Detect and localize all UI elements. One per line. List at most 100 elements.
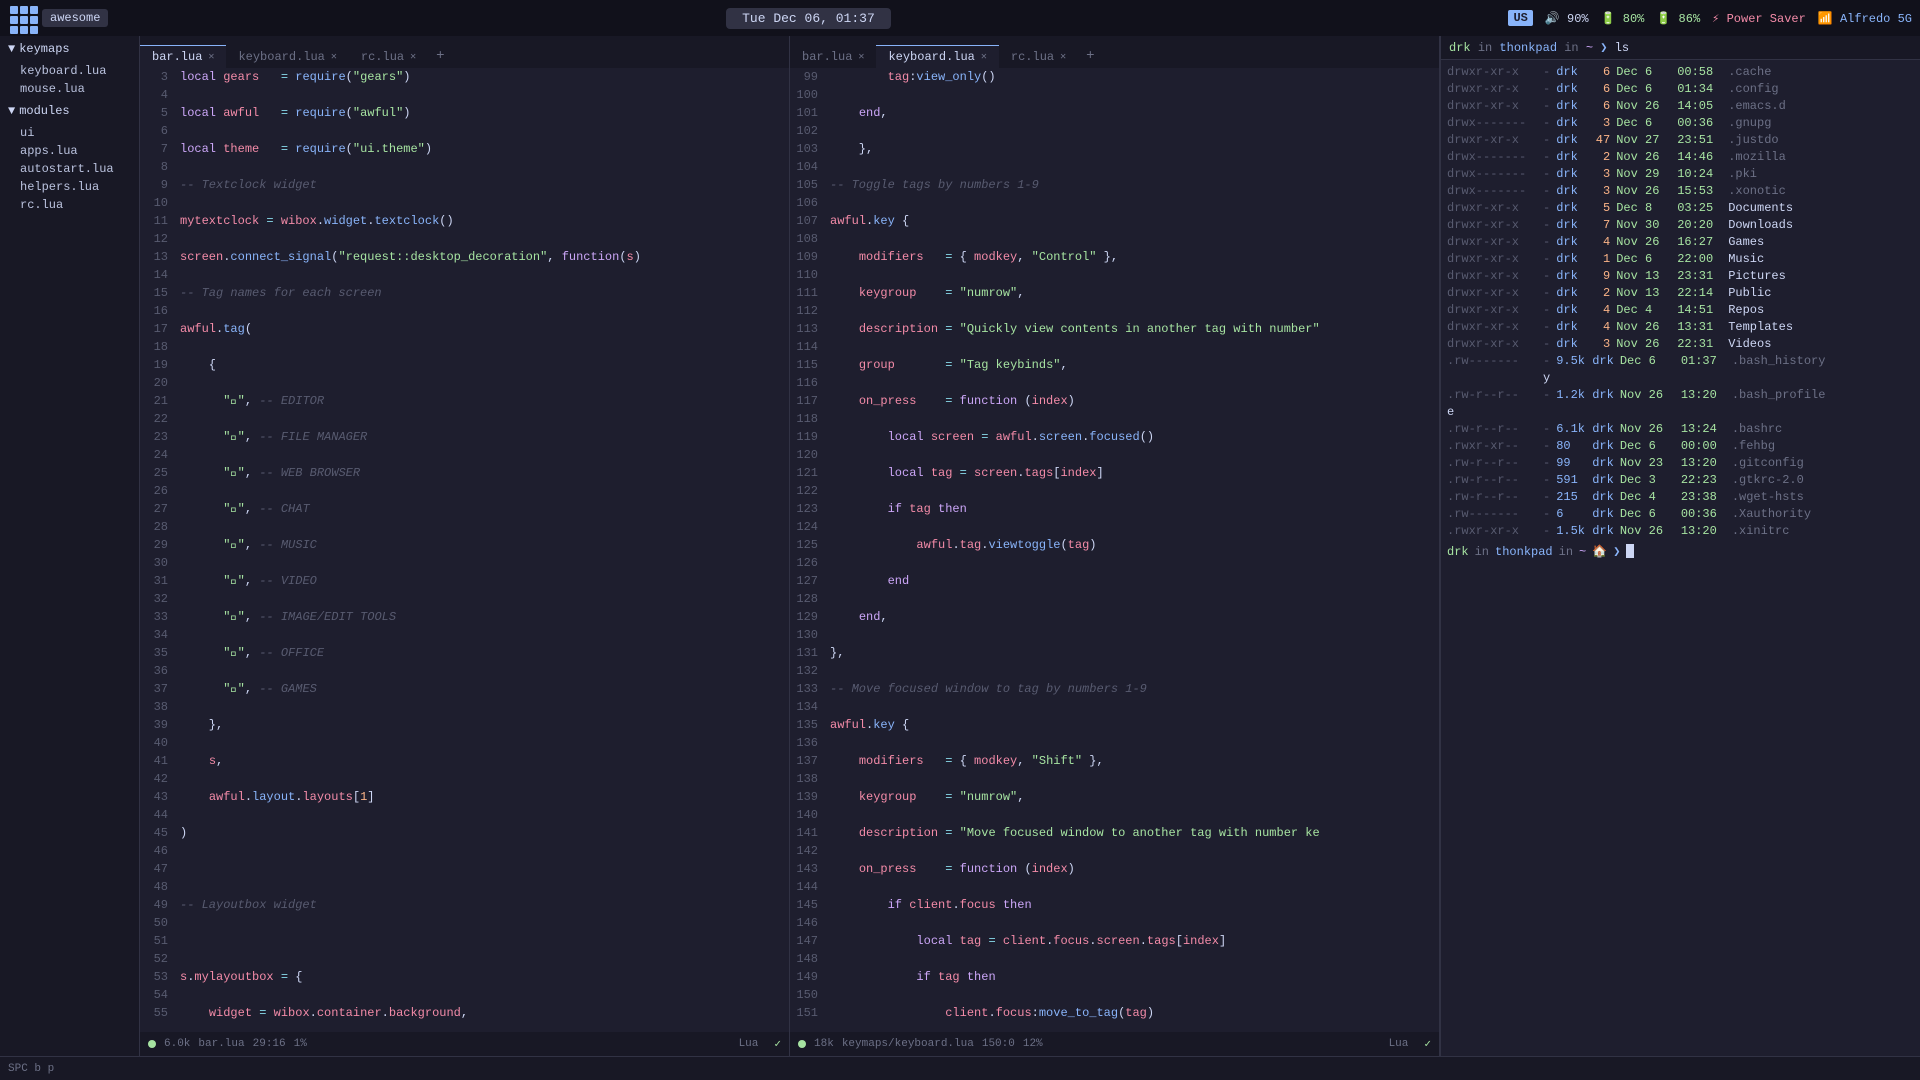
term-entry: .rw-r--r-- - 99 drk Nov 23 13:20 .gitcon… — [1447, 455, 1914, 472]
sidebar-folder-helpers[interactable]: helpers.lua — [0, 178, 139, 196]
file-size: 18k — [814, 1038, 834, 1050]
term-entry: drwxr-xr-x - drk 9 Nov 13 23:31 Pictures — [1447, 268, 1914, 285]
sidebar-file-keyboard[interactable]: keyboard.lua — [0, 62, 139, 80]
wifi-indicator: 📶 Alfredo 5G — [1818, 11, 1912, 26]
apps-grid-icon[interactable] — [8, 4, 36, 32]
file-size: 6.0k — [164, 1038, 190, 1050]
term-entry: drwxr-xr-x - drk 3 Nov 26 22:31 Videos — [1447, 336, 1914, 353]
status-dot — [148, 1040, 156, 1048]
term-entry: .rw-r--r-- - 591 drk Dec 3 22:23 .gtkrc-… — [1447, 472, 1914, 489]
term-entry: drwxr-xr-x - drk 4 Dec 4 14:51 Repos — [1447, 302, 1914, 319]
code-content-left[interactable]: local gears = require("gears") local awf… — [176, 68, 789, 1032]
mode-indicator: SPC b p — [8, 1063, 54, 1075]
term-entry: drwxr-xr-x - drk 6 Dec 6 01:34 .config — [1447, 81, 1914, 98]
scroll-percent: 1% — [294, 1038, 307, 1050]
keyboard-flag[interactable]: US — [1508, 10, 1532, 26]
term-entry: drwxr-xr-x - drk 6 Nov 26 14:05 .emacs.d — [1447, 98, 1914, 115]
tab-add-right[interactable]: + — [1078, 44, 1102, 68]
terminal-content[interactable]: drwxr-xr-x - drk 6 Dec 6 00:58 .cache dr… — [1441, 60, 1920, 1056]
sidebar-folder-apps[interactable]: apps.lua — [0, 142, 139, 160]
term-entry: .rwxr-xr-x - 1.5k drk Nov 26 13:20 .xini… — [1447, 523, 1914, 540]
file-name: keymaps/keyboard.lua — [842, 1038, 974, 1050]
topbar-left: awesome — [8, 4, 108, 32]
sidebar-file-mouse[interactable]: mouse.lua — [0, 80, 139, 98]
topbar-right: US 🔊 90% 🔋 80% 🔋 86% ⚡ Power Saver 📶 Alf… — [1508, 10, 1912, 26]
tab-bar-lua-left[interactable]: bar.lua ✕ — [140, 45, 226, 68]
code-content-right[interactable]: tag:view_only() end, }, -- Toggle tags b… — [826, 68, 1439, 1032]
file-name: bar.lua — [198, 1038, 244, 1050]
sidebar-folder-rc[interactable]: rc.lua — [0, 196, 139, 214]
term-entry: drwxr-xr-x - drk 4 Nov 26 16:27 Games — [1447, 234, 1914, 251]
sidebar-folder-ui[interactable]: ui — [0, 124, 139, 142]
code-area-right[interactable]: 9910010110210310410510610710810911011111… — [790, 68, 1439, 1032]
term-entry: e — [1447, 404, 1914, 421]
term-entry: .rwxr-xr-- - 80 drk Dec 6 00:00 .fehbg — [1447, 438, 1914, 455]
power-mode: ⚡ Power Saver — [1712, 11, 1806, 26]
term-entry: .rw------- - 9.5k drk Dec 6 01:37 .bash_… — [1447, 353, 1914, 370]
check-icon: ✓ — [1424, 1037, 1431, 1051]
topbar: awesome Tue Dec 06, 01:37 US 🔊 90% 🔋 80%… — [0, 0, 1920, 36]
editor-pane-left: bar.lua ✕ keyboard.lua ✕ rc.lua ✕ + 3456… — [140, 36, 790, 1056]
battery-indicator: 🔋 80% — [1601, 11, 1645, 26]
term-entry: y — [1447, 370, 1914, 387]
term-entry: .rw-r--r-- - 1.2k drk Nov 26 13:20 .bash… — [1447, 387, 1914, 404]
volume-indicator: 🔊 90% — [1545, 11, 1589, 26]
lang-indicator: Lua — [1389, 1038, 1409, 1050]
terminal-cursor — [1626, 544, 1634, 558]
line-numbers-right: 9910010110210310410510610710810911011111… — [790, 68, 826, 1032]
editor-panes: bar.lua ✕ keyboard.lua ✕ rc.lua ✕ + 3456… — [140, 36, 1440, 1056]
term-entry: drwxr-xr-x - drk 7 Nov 30 20:20 Download… — [1447, 217, 1914, 234]
terminal-panel: drk in thonkpad in ~ ❯ ls drwxr-xr-x - d… — [1440, 36, 1920, 1056]
tab-add-left[interactable]: + — [428, 44, 452, 68]
tab-label: bar.lua — [152, 50, 202, 64]
scroll-percent: 12% — [1023, 1038, 1043, 1050]
awesome-badge[interactable]: awesome — [42, 9, 108, 27]
term-entry: .rw------- - 6 drk Dec 6 00:36 .Xauthori… — [1447, 506, 1914, 523]
cursor-position: 150:0 — [982, 1038, 1015, 1050]
term-entry: drwx------- - drk 2 Nov 26 14:46 .mozill… — [1447, 149, 1914, 166]
close-icon[interactable]: ✕ — [410, 51, 416, 63]
statusbar-right-info-right: Lua ✓ — [1389, 1037, 1431, 1051]
tab-label: keyboard.lua — [888, 50, 974, 64]
sidebar: ▼ keymaps keyboard.lua mouse.lua ▼ modul… — [0, 36, 140, 1056]
code-area-left[interactable]: 3456789101112131415161718192021222324252… — [140, 68, 789, 1032]
tabs-left: bar.lua ✕ keyboard.lua ✕ rc.lua ✕ + — [140, 36, 789, 68]
close-icon[interactable]: ✕ — [858, 51, 864, 63]
statusbar-right-info-left: 18k keymaps/keyboard.lua 150:0 12% — [798, 1038, 1043, 1050]
tab-rc-lua-right[interactable]: rc.lua ✕ — [999, 45, 1078, 68]
check-icon: ✓ — [774, 1037, 781, 1051]
statusbar-right: 18k keymaps/keyboard.lua 150:0 12% Lua ✓ — [790, 1032, 1439, 1056]
lang-indicator: Lua — [739, 1038, 759, 1050]
close-icon[interactable]: ✕ — [1060, 51, 1066, 63]
terminal-header: drk in thonkpad in ~ ❯ ls — [1441, 36, 1920, 60]
tab-bar-lua-right[interactable]: bar.lua ✕ — [790, 45, 876, 68]
chevron-down-icon: ▼ — [8, 104, 15, 118]
tab-label: rc.lua — [1011, 50, 1054, 64]
close-icon[interactable]: ✕ — [981, 51, 987, 63]
tab-keyboard-lua-right[interactable]: keyboard.lua ✕ — [876, 45, 998, 68]
statusbar-right-info: Lua ✓ — [739, 1037, 781, 1051]
cursor-position: 29:16 — [253, 1038, 286, 1050]
editor-area: bar.lua ✕ keyboard.lua ✕ rc.lua ✕ + 3456… — [140, 36, 1440, 1056]
term-entry: drwxr-xr-x - drk 4 Nov 26 13:31 Template… — [1447, 319, 1914, 336]
statusbar-left: 6.0k bar.lua 29:16 1% Lua ✓ — [140, 1032, 789, 1056]
tabs-right: bar.lua ✕ keyboard.lua ✕ rc.lua ✕ + — [790, 36, 1439, 68]
sidebar-folder-autostart[interactable]: autostart.lua — [0, 160, 139, 178]
close-icon[interactable]: ✕ — [208, 51, 214, 63]
term-entry: drwx------- - drk 3 Nov 26 15:53 .xonoti… — [1447, 183, 1914, 200]
status-dot — [798, 1040, 806, 1048]
term-entry: drwxr-xr-x - drk 2 Nov 13 22:14 Public — [1447, 285, 1914, 302]
tab-label: rc.lua — [361, 50, 404, 64]
tab-keyboard-lua-left[interactable]: keyboard.lua ✕ — [226, 45, 348, 68]
line-numbers-left: 3456789101112131415161718192021222324252… — [140, 68, 176, 1032]
sidebar-keymaps-folder[interactable]: ▼ keymaps — [0, 36, 139, 62]
tab-label: keyboard.lua — [238, 50, 324, 64]
tab-rc-lua-left[interactable]: rc.lua ✕ — [349, 45, 428, 68]
term-entry: drwx------- - drk 3 Nov 29 10:24 .pki — [1447, 166, 1914, 183]
term-entry: .rw-r--r-- - 215 drk Dec 4 23:38 .wget-h… — [1447, 489, 1914, 506]
term-entry: drwxr-xr-x - drk 6 Dec 6 00:58 .cache — [1447, 64, 1914, 81]
sidebar-modules-folder[interactable]: ▼ modules — [0, 98, 139, 124]
close-icon[interactable]: ✕ — [331, 51, 337, 63]
topbar-clock: Tue Dec 06, 01:37 — [726, 8, 891, 29]
statusbar-left-info: 6.0k bar.lua 29:16 1% — [148, 1038, 307, 1050]
